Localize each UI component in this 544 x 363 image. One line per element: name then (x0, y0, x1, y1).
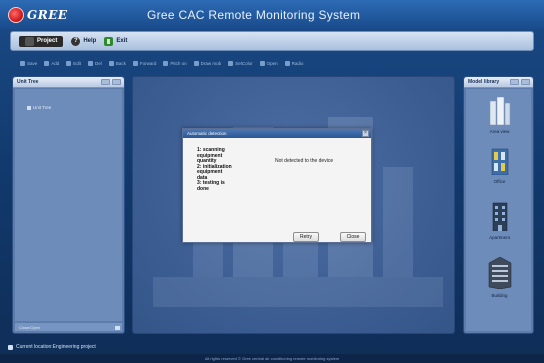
add-icon (44, 60, 50, 66)
toolbar-add[interactable]: Add (44, 60, 60, 66)
dialog-close-icon[interactable]: × (362, 130, 369, 137)
menu-exit[interactable]: Exit (104, 36, 128, 46)
category-area-view-label: Area view (489, 129, 510, 134)
save-icon (20, 60, 25, 66)
unit-tree-panel: Unit Tree Unit Tree Close/Open (12, 76, 125, 334)
open-icon (259, 60, 265, 66)
toolbar-forward[interactable]: Forward (132, 60, 157, 66)
unit-tree-body: Unit Tree (15, 89, 122, 321)
tree-item-root[interactable]: Unit Tree (27, 105, 51, 110)
unit-tree-header-buttons (101, 79, 121, 85)
close-button[interactable]: Close (340, 232, 366, 242)
gree-logo-icon (8, 7, 24, 23)
category-area-view[interactable]: Area view (466, 97, 533, 137)
detection-step-line: done (197, 185, 209, 192)
menu-project-label: Project (37, 38, 58, 44)
toolbar-pitch-on[interactable]: Pitch on (163, 60, 187, 66)
tree-item-root-label: Unit Tree (33, 105, 52, 110)
draw-icon (193, 60, 199, 66)
color-icon (228, 60, 234, 66)
edit-icon (66, 60, 72, 66)
toolbar-back-label: Back (115, 60, 126, 66)
library-tab-button[interactable] (510, 79, 519, 85)
menu-help[interactable]: ? Help (71, 36, 97, 46)
toolbar-add-label: Add (51, 60, 60, 66)
category-office[interactable]: Office (466, 147, 533, 187)
toolbar-edit[interactable]: Edit (66, 60, 82, 66)
exit-icon (104, 36, 114, 46)
pin-button[interactable] (112, 79, 121, 85)
apartment-building-icon (492, 202, 507, 231)
forward-icon (132, 60, 138, 66)
detection-steps: 1: scanning equipment quantity 2: initia… (197, 147, 252, 192)
title-bar: GREE Gree CAC Remote Monitoring System (0, 0, 544, 30)
library-tab-button[interactable] (521, 79, 530, 85)
logo-text: GREE (27, 8, 68, 22)
detection-message: Not detected to the device (275, 158, 334, 164)
category-building[interactable]: Building (466, 257, 533, 301)
toolbar-set-color[interactable]: SetColor (228, 60, 253, 66)
toolbar-draw-mob-label: Draw mob (200, 60, 222, 66)
toolbar-save[interactable]: Save (20, 60, 38, 66)
unit-tree-header: Unit Tree (13, 77, 124, 88)
toolbar-radio-label: Radio (291, 60, 304, 66)
retry-button[interactable]: Retry (293, 232, 319, 242)
tree-node-icon (27, 105, 31, 110)
toolbar-save-label: Save (27, 60, 38, 66)
toolbar-set-color-label: SetColor (235, 60, 253, 66)
back-icon (108, 60, 114, 66)
menu-help-label: Help (83, 38, 97, 44)
toolbar-edit-label: Edit (73, 60, 82, 66)
radio-icon (284, 60, 290, 66)
automatic-detection-dialog: Automatic detection × 1: scanning equipm… (182, 128, 372, 243)
app-title: Gree CAC Remote Monitoring System (147, 8, 361, 22)
project-icon (25, 36, 34, 46)
help-icon: ? (71, 36, 81, 46)
office-building-icon (491, 148, 508, 175)
dialog-title: Automatic detection (187, 131, 227, 136)
category-apartment[interactable]: Apartment (466, 201, 533, 243)
category-building-label: Building (491, 293, 508, 298)
menu-exit-label: Exit (116, 38, 128, 44)
toolbar-forward-label: Forward (139, 60, 157, 66)
collapse-button[interactable] (101, 79, 110, 85)
toolbar-radio[interactable]: Radio (284, 60, 304, 66)
copyright-footer: All rights reserved © Gree central air c… (0, 354, 544, 363)
dialog-title-bar: Automatic detection × (183, 129, 371, 138)
menu-project[interactable]: Project (19, 35, 64, 47)
toolbar-back[interactable]: Back (108, 60, 126, 66)
toolbar-draw-mob[interactable]: Draw mob (193, 60, 222, 66)
model-library-panel: Model library Area view Office Apartment… (463, 76, 534, 334)
area-view-building-icon (489, 97, 510, 125)
model-library-header: Model library (464, 77, 533, 88)
model-library-body: Area view Office Apartment Building (466, 89, 531, 331)
unit-tree-title: Unit Tree (17, 79, 39, 85)
toolbar: Save Add Edit Del Back Forward Pitch on … (10, 56, 534, 70)
delete-icon (88, 60, 94, 66)
toolbar-open-label: Open (266, 60, 278, 66)
menu-bar: Project ? Help Exit (10, 31, 534, 51)
status-bar: Current location:Engineering project (8, 342, 96, 352)
toolbar-open[interactable]: Open (259, 60, 278, 66)
status-text: Current location:Engineering project (16, 344, 96, 350)
category-office-label: Office (493, 179, 506, 184)
model-library-title: Model library (468, 79, 500, 85)
unit-tree-footer-label: Close/Open (19, 325, 41, 330)
category-apartment-label: Apartment (489, 235, 510, 240)
building-icon (488, 257, 511, 289)
gree-logo: GREE (8, 6, 68, 24)
app-window: GREE Gree CAC Remote Monitoring System P… (0, 0, 544, 363)
location-icon (8, 344, 13, 350)
pitch-on-icon (163, 60, 169, 66)
toolbar-pitch-on-label: Pitch on (170, 60, 187, 66)
model-library-header-buttons (510, 79, 530, 85)
toolbar-del-label: Del (95, 60, 102, 66)
footer-toggle-icon[interactable] (115, 326, 120, 330)
toolbar-del[interactable]: Del (88, 60, 102, 66)
